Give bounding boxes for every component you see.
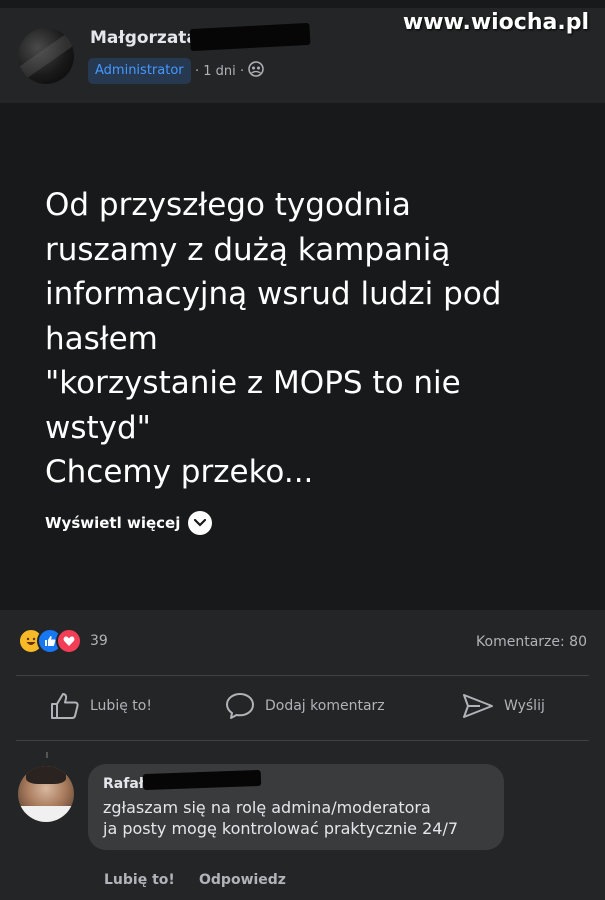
redaction-mark (142, 769, 262, 791)
post-body: Od przyszłego tygodnia ruszamy z dużą ka… (0, 103, 605, 610)
comment-label: Dodaj komentarz (265, 698, 385, 714)
chevron-down-icon (188, 511, 213, 535)
commenter-avatar[interactable] (18, 766, 74, 822)
comment-text: zgłaszam się na rolę admina/moderatora j… (103, 798, 459, 838)
meta-separator: · (239, 64, 245, 79)
comment-bubble-icon (226, 693, 254, 719)
like-button[interactable]: Lubię to! (50, 692, 152, 720)
role-badge: Administrator (88, 58, 191, 84)
author-avatar[interactable] (18, 28, 74, 84)
author-name[interactable]: Małgorzata (90, 28, 198, 48)
post-time[interactable]: 1 dni (203, 64, 236, 79)
top-strip (0, 0, 605, 8)
thumbs-up-icon (51, 693, 79, 719)
send-button[interactable]: Wyślij (462, 692, 545, 720)
reaction-summary[interactable]: 39 (18, 628, 108, 654)
comment-like-button[interactable]: Lubię to! (104, 872, 175, 888)
see-more-button[interactable]: Wyświetl więcej (45, 511, 213, 535)
reaction-count: 39 (90, 633, 108, 649)
divider (16, 675, 589, 676)
meta-separator: · (195, 64, 200, 79)
group-icon (248, 61, 264, 77)
comment-reply-button[interactable]: Odpowiedz (199, 872, 286, 888)
commenter-name[interactable]: Rafał (103, 776, 144, 792)
comment-bubble: Rafał zgłaszam się na rolę admina/modera… (88, 764, 504, 850)
watermark: www.wiocha.pl (402, 10, 589, 35)
comment-button[interactable]: Dodaj komentarz (225, 692, 385, 720)
like-label: Lubię to! (90, 698, 152, 714)
post-meta: · 1 dni · (195, 61, 264, 79)
send-icon (463, 694, 493, 718)
post-text: Od przyszłego tygodnia ruszamy z dużą ka… (45, 187, 502, 490)
see-more-label: Wyświetl więcej (45, 514, 181, 532)
love-reaction-icon (56, 628, 82, 654)
redaction-mark (189, 22, 311, 52)
thread-line (46, 752, 48, 758)
send-label: Wyślij (504, 698, 545, 714)
comments-count[interactable]: Komentarze: 80 (476, 634, 587, 650)
divider (16, 740, 589, 741)
